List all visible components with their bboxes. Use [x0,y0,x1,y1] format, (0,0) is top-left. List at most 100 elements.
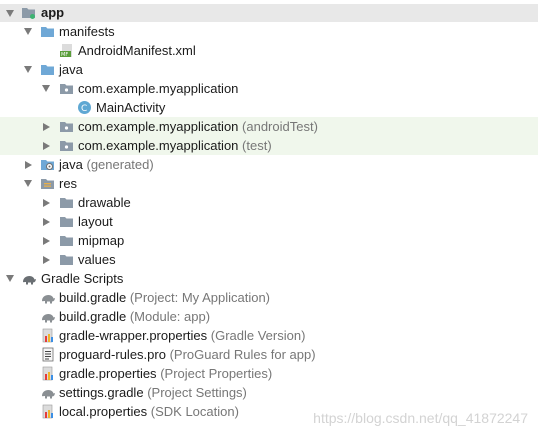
package-icon [59,81,74,96]
tree-label-main-activity: MainActivity [96,100,166,115]
file-name: build.gradle [59,309,127,324]
tree-label-drawable: drawable [78,195,131,210]
tree-label-gradle-file: settings.gradle (Project Settings) [59,383,247,402]
manifest-file-icon: MF [59,43,74,58]
tree-label-package-android-test: com.example.myapplication (androidTest) [78,117,318,136]
expand-arrow[interactable] [41,250,51,269]
file-name: proguard-rules.pro [59,347,166,362]
gradle-file-icon [40,385,55,400]
svg-text:C: C [81,104,87,114]
tree-row-gradle-file[interactable]: proguard-rules.pro (ProGuard Rules for a… [0,345,538,364]
tree-label-app: app [41,5,65,20]
resources-folder-icon [40,176,55,191]
tree-label-java: java [59,62,83,77]
class-icon: C [77,100,92,115]
tree-row-package-android-test[interactable]: com.example.myapplication (androidTest) [0,117,538,136]
text-file-icon [41,347,56,362]
generated-folder-icon [40,157,55,172]
tree-row-res[interactable]: res [0,174,538,193]
tree-label-gradle-file: proguard-rules.pro (ProGuard Rules for a… [59,345,316,364]
expand-arrow[interactable] [41,79,51,98]
tree-label-android-manifest: AndroidManifest.xml [78,43,196,58]
tree-label-gradle-file: local.properties (SDK Location) [59,402,239,421]
tree-label-values: values [78,252,116,267]
file-note: (SDK Location) [150,404,239,419]
properties-file-icon [41,366,56,381]
package-icon [59,119,74,134]
package-icon [59,138,74,153]
expand-arrow[interactable] [41,212,51,231]
expand-arrow[interactable] [23,60,33,79]
folder-icon [40,62,55,77]
folder-suffix: (generated) [86,157,154,172]
expand-arrow[interactable] [41,117,51,136]
tree-label-gradle-file: gradle-wrapper.properties (Gradle Versio… [59,326,305,345]
folder-name: java [59,157,83,172]
folder-icon [40,24,55,39]
properties-file-icon [41,404,56,419]
tree-label-package-test: com.example.myapplication (test) [78,136,272,155]
package-name: com.example.myapplication [78,119,239,134]
tree-row-manifests[interactable]: manifests [0,22,538,41]
expand-arrow[interactable] [41,231,51,250]
file-name: build.gradle [59,290,127,305]
folder-icon [59,195,74,210]
folder-icon [59,214,74,229]
tree-row-package-main[interactable]: com.example.myapplication [0,79,538,98]
tree-row-gradle-scripts[interactable]: Gradle Scripts [0,269,538,288]
file-note: (Gradle Version) [210,328,306,343]
expand-arrow[interactable] [5,269,15,288]
tree-row-java[interactable]: java [0,60,538,79]
tree-label-manifests: manifests [59,24,115,39]
expand-arrow[interactable] [23,22,33,41]
tree-row-layout[interactable]: layout [0,212,538,231]
tree-label-layout: layout [78,214,113,229]
file-note: (Project Settings) [147,385,247,400]
tree-row-drawable[interactable]: drawable [0,193,538,212]
project-tree: app manifests MF AndroidManifest.xml jav… [0,0,538,421]
file-note: (ProGuard Rules for app) [169,347,316,362]
tree-row-app[interactable]: app [0,4,538,22]
tree-label-gradle-file: build.gradle (Module: app) [59,307,210,326]
file-note: (Project: My Application) [129,290,271,305]
watermark: https://blog.csdn.net/qq_41872247 [313,410,528,426]
tree-label-gradle-file: build.gradle (Project: My Application) [59,288,270,307]
file-name: gradle.properties [59,366,157,381]
tree-row-main-activity[interactable]: C MainActivity [0,98,538,117]
expand-arrow[interactable] [23,155,33,174]
folder-icon [59,252,74,267]
expand-arrow[interactable] [41,193,51,212]
tree-row-gradle-file[interactable]: gradle-wrapper.properties (Gradle Versio… [0,326,538,345]
tree-row-values[interactable]: values [0,250,538,269]
folder-icon [59,233,74,248]
package-suffix: (test) [242,138,272,153]
file-name: gradle-wrapper.properties [59,328,208,343]
tree-row-android-manifest[interactable]: MF AndroidManifest.xml [0,41,538,60]
tree-row-gradle-file[interactable]: build.gradle (Project: My Application) [0,288,538,307]
package-name: com.example.myapplication [78,138,239,153]
file-note: (Module: app) [129,309,211,324]
expand-arrow[interactable] [41,136,51,155]
expand-arrow[interactable] [5,4,15,22]
file-note: (Project Properties) [160,366,273,381]
package-suffix: (androidTest) [242,119,318,134]
tree-row-package-test[interactable]: com.example.myapplication (test) [0,136,538,155]
tree-label-java-generated: java (generated) [59,155,154,174]
tree-row-gradle-file[interactable]: settings.gradle (Project Settings) [0,383,538,402]
tree-row-gradle-file[interactable]: build.gradle (Module: app) [0,307,538,326]
tree-row-mipmap[interactable]: mipmap [0,231,538,250]
tree-label-gradle-file: gradle.properties (Project Properties) [59,364,272,383]
tree-label-package-main: com.example.myapplication [78,81,239,96]
file-name: local.properties [59,404,148,419]
svg-text:MF: MF [61,52,68,58]
gradle-file-icon [40,309,55,324]
tree-label-gradle-scripts: Gradle Scripts [41,271,124,286]
tree-label-res: res [59,176,78,191]
gradle-file-icon [40,290,55,305]
file-name: settings.gradle [59,385,144,400]
tree-label-mipmap: mipmap [78,233,125,248]
module-folder-icon [21,5,36,20]
tree-row-gradle-file[interactable]: gradle.properties (Project Properties) [0,364,538,383]
tree-row-java-generated[interactable]: java (generated) [0,155,538,174]
expand-arrow[interactable] [23,174,33,193]
